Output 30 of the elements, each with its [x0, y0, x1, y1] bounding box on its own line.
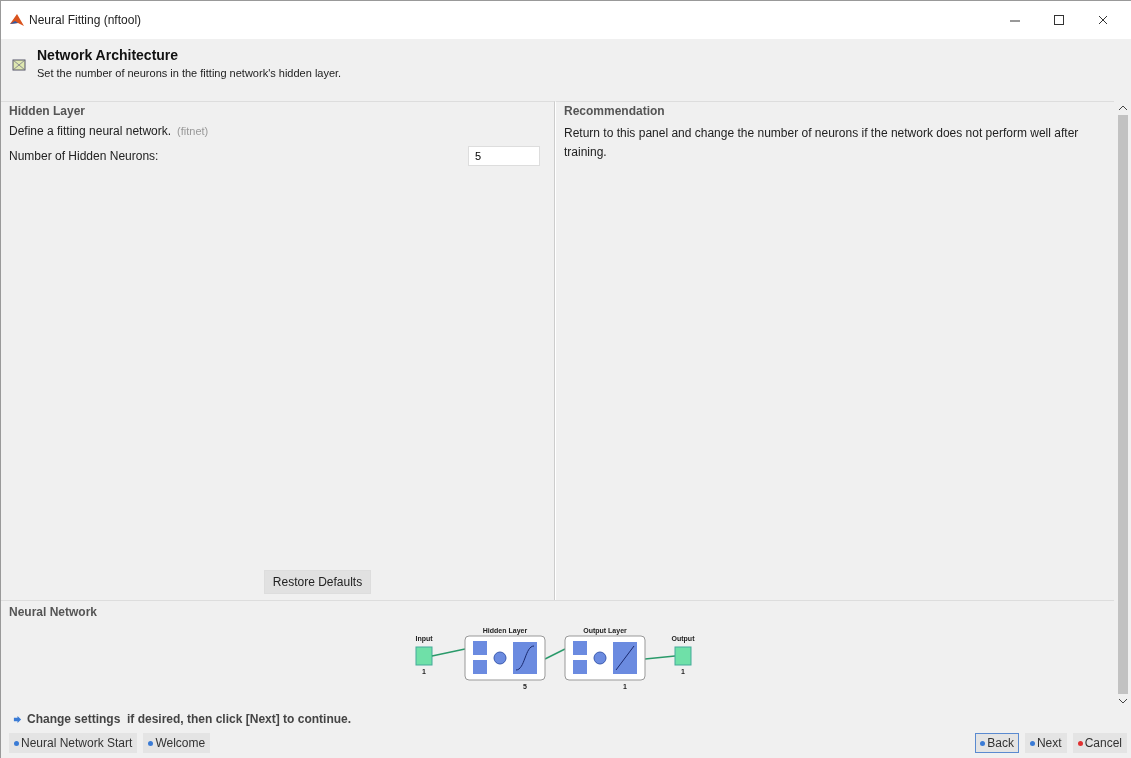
- section-title: Neural Network: [9, 605, 99, 619]
- description-text: Define a fitting neural network.: [9, 124, 172, 138]
- field-label: Number of Hidden Neurons:: [9, 149, 159, 163]
- nav-button[interactable]: Back: [975, 733, 1019, 753]
- nav-button[interactable]: Next: [1024, 733, 1067, 753]
- page-title: Network Architecture: [37, 47, 180, 63]
- hint-text: Change settings if desired, then click [Next] to continue.: [27, 712, 352, 726]
- maximize-icon[interactable]: [1053, 14, 1065, 26]
- nav-button[interactable]: Neural Network Start: [9, 733, 138, 753]
- app-logo-icon: [9, 12, 25, 28]
- nav-button[interactable]: Welcome: [143, 733, 211, 753]
- restore-defaults-button[interactable]: Restore Defaults: [263, 570, 372, 594]
- connector-line: [430, 648, 466, 657]
- section-title: Hidden Layer: [9, 104, 87, 118]
- connector-line: [543, 648, 566, 660]
- neurons-input-field[interactable]: 5: [468, 146, 540, 166]
- recommendation-text: Return to this panel and change the number of neurons if the network does not perform well after training.: [564, 125, 1080, 161]
- nav-button[interactable]: Cancel: [1072, 733, 1127, 753]
- output-node: [674, 646, 691, 666]
- function-name: (fitnet): [177, 125, 209, 137]
- window-title: Neural Fitting (nftool): [29, 13, 142, 27]
- scroll-down-icon[interactable]: [1117, 698, 1128, 704]
- connector-line: [643, 655, 676, 660]
- scroll-up-icon[interactable]: [1117, 105, 1128, 111]
- page-subtitle: Set the number of neurons in the fitting network's hidden layer.: [37, 67, 342, 79]
- input-node: [415, 646, 432, 666]
- arrow-icon: [13, 714, 22, 724]
- section-title: Recommendation: [564, 104, 666, 118]
- close-icon[interactable]: [1097, 14, 1109, 26]
- network-icon: [11, 57, 27, 73]
